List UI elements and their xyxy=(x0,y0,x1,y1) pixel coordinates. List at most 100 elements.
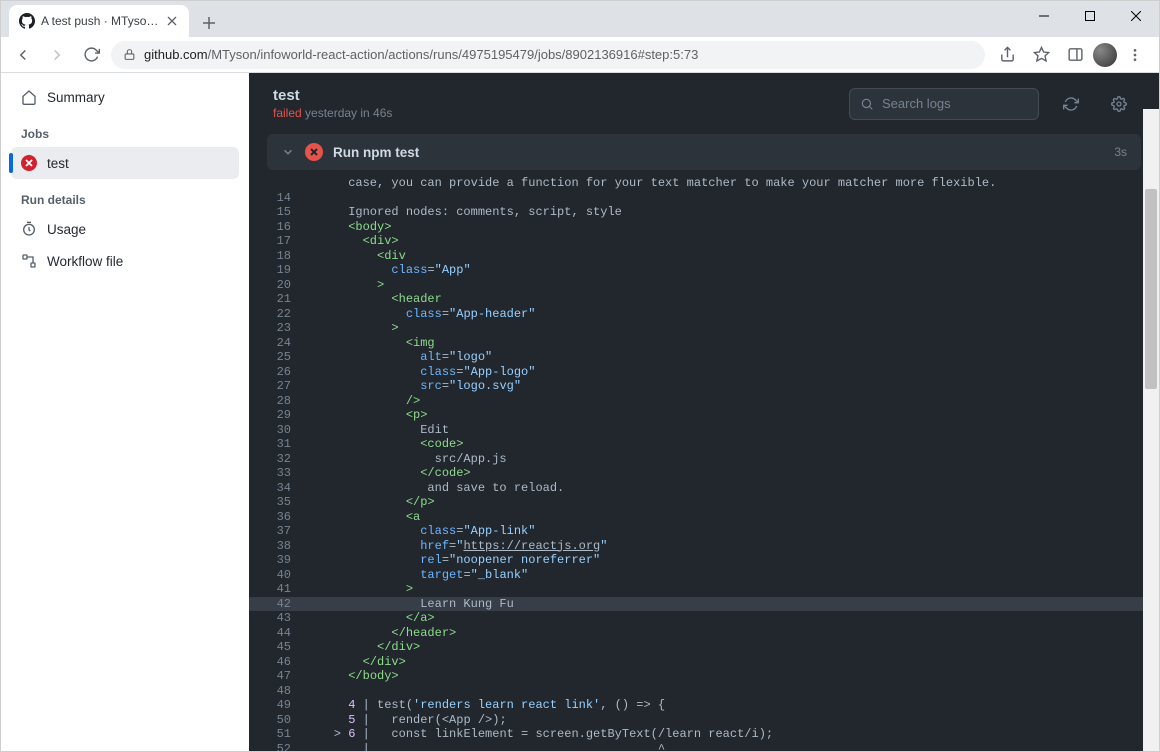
line-number: 22 xyxy=(249,307,305,322)
log-body[interactable]: case, you can provide a function for you… xyxy=(249,176,1159,751)
back-button[interactable] xyxy=(9,41,37,69)
log-line[interactable]: 23 > xyxy=(249,321,1159,336)
url-input[interactable]: github.com/MTyson/infoworld-react-action… xyxy=(111,41,985,69)
log-line[interactable]: 30 Edit xyxy=(249,423,1159,438)
window-close-button[interactable] xyxy=(1113,1,1159,31)
log-line[interactable]: 34 and save to reload. xyxy=(249,481,1159,496)
line-number: 51 xyxy=(249,727,305,742)
log-line[interactable]: 47 </body> xyxy=(249,669,1159,684)
line-number: 24 xyxy=(249,336,305,351)
browser-tab-title: A test push · MTyson/infoworld-… xyxy=(41,14,159,28)
rerun-button[interactable] xyxy=(1055,88,1087,120)
log-line[interactable]: 51 > 6 | const linkElement = screen.getB… xyxy=(249,727,1159,742)
window-minimize-button[interactable] xyxy=(1021,1,1067,31)
line-content: </div> xyxy=(305,655,406,670)
log-line[interactable]: 19 class="App" xyxy=(249,263,1159,278)
log-line[interactable]: 14 xyxy=(249,191,1159,206)
settings-button[interactable] xyxy=(1103,88,1135,120)
line-content: </a> xyxy=(305,611,435,626)
actions-sidebar: Summary Jobs test Run details Usage Work… xyxy=(1,73,249,751)
sidebar-workflow-file[interactable]: Workflow file xyxy=(11,245,239,277)
log-line[interactable]: 45 </div> xyxy=(249,640,1159,655)
log-line[interactable]: 20 > xyxy=(249,278,1159,293)
line-content: Ignored nodes: comments, script, style xyxy=(305,205,622,220)
chevron-down-icon xyxy=(281,145,295,159)
browser-tab[interactable]: A test push · MTyson/infoworld-… xyxy=(9,5,189,37)
line-content: Learn Kung Fu xyxy=(305,597,514,612)
line-number: 16 xyxy=(249,220,305,235)
log-line[interactable]: 48 xyxy=(249,684,1159,699)
log-line[interactable]: 39 rel="noopener noreferrer" xyxy=(249,553,1159,568)
line-number: 15 xyxy=(249,205,305,220)
log-line[interactable]: 40 target="_blank" xyxy=(249,568,1159,583)
log-line[interactable]: 16 <body> xyxy=(249,220,1159,235)
profile-avatar[interactable] xyxy=(1093,43,1117,67)
scrollbar-thumb[interactable] xyxy=(1145,189,1157,389)
log-line[interactable]: 27 src="logo.svg" xyxy=(249,379,1159,394)
log-line[interactable]: 49 4 | test('renders learn react link', … xyxy=(249,698,1159,713)
line-content: href="https://reactjs.org" xyxy=(305,539,607,554)
url-text: github.com/MTyson/infoworld-react-action… xyxy=(144,47,973,62)
stopwatch-icon xyxy=(21,221,37,237)
log-line[interactable]: 41 > xyxy=(249,582,1159,597)
line-content: Edit xyxy=(305,423,456,438)
log-line[interactable]: 32 src/App.js xyxy=(249,452,1159,467)
log-line[interactable]: 24 <img xyxy=(249,336,1159,351)
log-line[interactable]: 29 <p> xyxy=(249,408,1159,423)
log-line[interactable]: 22 class="App-header" xyxy=(249,307,1159,322)
log-line[interactable]: 52 | ^ xyxy=(249,742,1159,752)
line-number: 19 xyxy=(249,263,305,278)
scrollbar[interactable] xyxy=(1143,109,1159,751)
forward-button[interactable] xyxy=(43,41,71,69)
line-content: <div> xyxy=(305,234,399,249)
log-line[interactable]: 35 </p> xyxy=(249,495,1159,510)
new-tab-button[interactable] xyxy=(195,9,223,37)
search-icon xyxy=(860,97,874,111)
sidebar-job-test[interactable]: test xyxy=(11,147,239,179)
log-line[interactable]: 31 <code> xyxy=(249,437,1159,452)
sidebar-summary[interactable]: Summary xyxy=(11,81,239,113)
log-line[interactable]: 17 <div> xyxy=(249,234,1159,249)
sidebar-label: Usage xyxy=(47,222,86,237)
sidebar-usage[interactable]: Usage xyxy=(11,213,239,245)
log-line[interactable]: case, you can provide a function for you… xyxy=(249,176,1159,191)
line-content: <p> xyxy=(305,408,427,423)
log-line[interactable]: 28 /> xyxy=(249,394,1159,409)
line-content: | ^ xyxy=(305,742,665,752)
search-logs-input[interactable]: Search logs xyxy=(849,88,1039,120)
share-button[interactable] xyxy=(991,41,1023,69)
log-line[interactable]: 26 class="App-logo" xyxy=(249,365,1159,380)
log-line[interactable]: 46 </div> xyxy=(249,655,1159,670)
log-line[interactable]: 38 href="https://reactjs.org" xyxy=(249,539,1159,554)
log-line[interactable]: 42 Learn Kung Fu xyxy=(249,597,1159,612)
bookmark-button[interactable] xyxy=(1025,41,1057,69)
line-number: 17 xyxy=(249,234,305,249)
line-content: <div xyxy=(305,249,406,264)
line-number: 30 xyxy=(249,423,305,438)
close-tab-icon[interactable] xyxy=(165,14,179,28)
log-line[interactable]: 37 class="App-link" xyxy=(249,524,1159,539)
line-content: target="_blank" xyxy=(305,568,528,583)
log-line[interactable]: 43 </a> xyxy=(249,611,1159,626)
search-placeholder: Search logs xyxy=(882,96,951,111)
log-line[interactable]: 36 <a xyxy=(249,510,1159,525)
log-line[interactable]: 33 </code> xyxy=(249,466,1159,481)
reload-button[interactable] xyxy=(77,41,105,69)
line-content: <a xyxy=(305,510,420,525)
log-line[interactable]: 25 alt="logo" xyxy=(249,350,1159,365)
status-fail-icon xyxy=(21,155,37,171)
log-step-header[interactable]: Run npm test 3s xyxy=(267,134,1141,170)
log-line[interactable]: 15 Ignored nodes: comments, script, styl… xyxy=(249,205,1159,220)
log-line[interactable]: 18 <div xyxy=(249,249,1159,264)
log-line[interactable]: 50 5 | render(<App />); xyxy=(249,713,1159,728)
line-content: class="App-logo" xyxy=(305,365,535,380)
log-line[interactable]: 21 <header xyxy=(249,292,1159,307)
log-line[interactable]: 44 </header> xyxy=(249,626,1159,641)
line-content: src/App.js xyxy=(305,452,507,467)
sidebar-label: Summary xyxy=(47,90,105,105)
panel-button[interactable] xyxy=(1059,41,1091,69)
browser-menu-button[interactable] xyxy=(1119,41,1151,69)
job-title: test xyxy=(273,87,833,104)
line-number: 38 xyxy=(249,539,305,554)
window-maximize-button[interactable] xyxy=(1067,1,1113,31)
